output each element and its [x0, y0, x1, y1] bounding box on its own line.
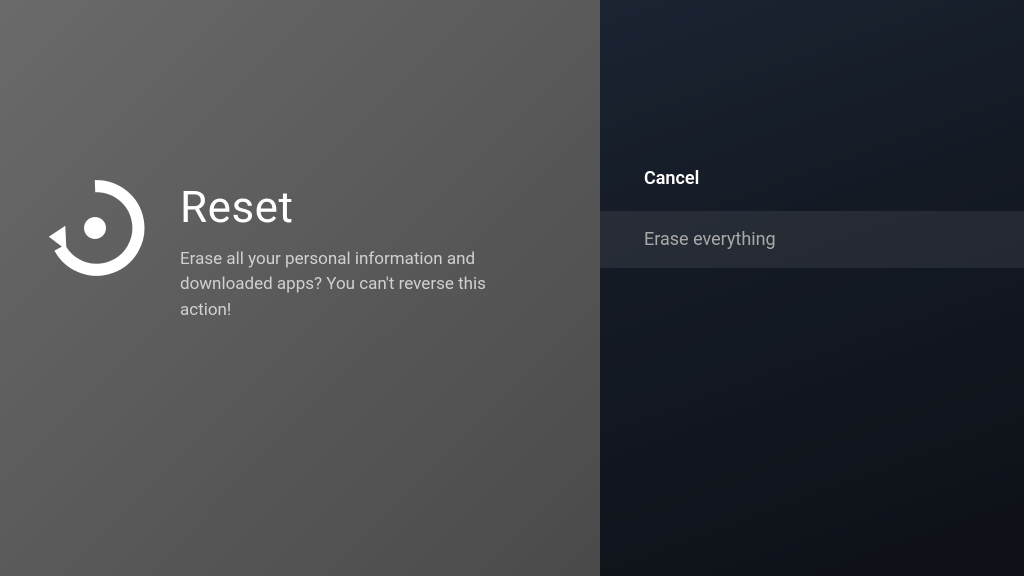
page-title: Reset [180, 181, 540, 233]
text-block: Reset Erase all your personal informatio… [180, 181, 540, 324]
erase-everything-button[interactable]: Erase everything [600, 211, 1024, 268]
info-block: Reset Erase all your personal informatio… [40, 173, 540, 324]
reset-icon [40, 173, 150, 287]
options-panel: Cancel Erase everything [600, 0, 1024, 576]
cancel-button[interactable]: Cancel [600, 150, 1024, 207]
page-description: Erase all your personal information and … [180, 247, 540, 324]
info-panel: Reset Erase all your personal informatio… [0, 0, 600, 576]
